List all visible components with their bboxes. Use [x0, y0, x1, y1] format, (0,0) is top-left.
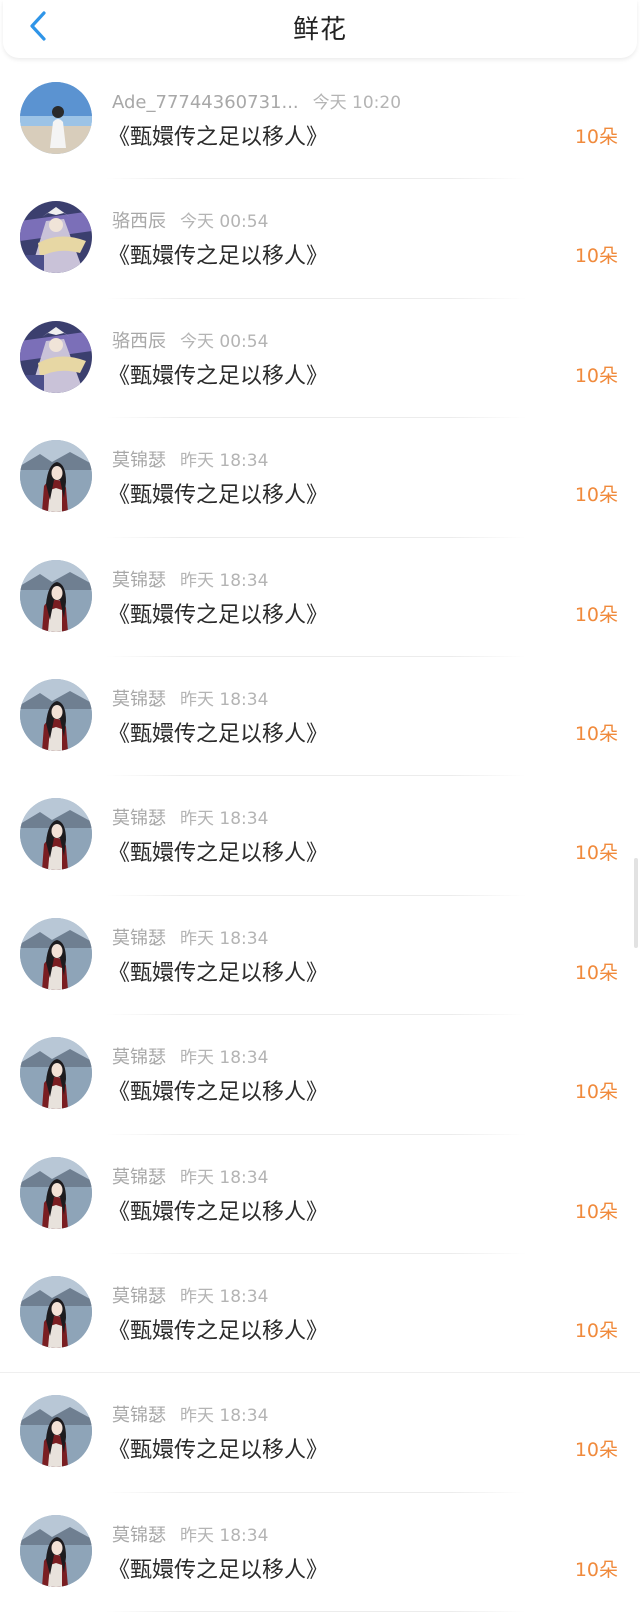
sender-name[interactable]: 骆西辰 — [112, 331, 166, 352]
list-item[interactable]: 莫锦瑟 昨天 18:34 《甄嬛传之足以移人》 10朵 — [0, 1493, 640, 1613]
book-title[interactable]: 《甄嬛传之足以移人》 — [108, 119, 328, 151]
scrollbar[interactable] — [634, 858, 638, 948]
book-title[interactable]: 《甄嬛传之足以移人》 — [108, 716, 328, 748]
sender-name[interactable]: 莫锦瑟 — [112, 1286, 166, 1307]
list-item[interactable]: 莫锦瑟 昨天 18:34 《甄嬛传之足以移人》 10朵 — [0, 538, 640, 657]
sender-name[interactable]: 莫锦瑟 — [112, 450, 166, 471]
book-title[interactable]: 《甄嬛传之足以移人》 — [108, 955, 328, 987]
sender-meta: 骆西辰 今天 00:54 — [112, 207, 268, 233]
avatar-woman-seaside-icon[interactable] — [20, 678, 92, 751]
timestamp: 昨天 18:34 — [180, 809, 269, 830]
sender-meta: 莫锦瑟 昨天 18:34 — [112, 804, 268, 830]
timestamp: 昨天 18:34 — [180, 1525, 269, 1546]
timestamp: 昨天 18:34 — [180, 1406, 269, 1427]
book-title[interactable]: 《甄嬛传之足以移人》 — [108, 1313, 328, 1345]
sender-meta: 莫锦瑟 昨天 18:34 — [112, 1521, 268, 1547]
book-title[interactable]: 《甄嬛传之足以移人》 — [108, 1074, 328, 1106]
flower-count: 10朵 — [574, 603, 618, 626]
row-divider — [106, 1611, 526, 1613]
sender-meta: 莫锦瑟 昨天 18:34 — [112, 566, 268, 592]
avatar-woman-seaside-icon[interactable] — [20, 1275, 92, 1348]
avatar-woman-seaside-icon[interactable] — [20, 1037, 92, 1110]
avatar-anime-warrior-icon[interactable] — [20, 320, 92, 393]
sender-name[interactable]: Ade_77744360731... — [112, 92, 299, 113]
avatar-woman-seaside-icon[interactable] — [20, 440, 92, 513]
avatar-woman-seaside-icon[interactable] — [20, 798, 92, 871]
timestamp: 昨天 18:34 — [180, 451, 269, 472]
list-item[interactable]: 莫锦瑟 昨天 18:34 《甄嬛传之足以移人》 10朵 — [0, 657, 640, 777]
timestamp: 今天 00:54 — [180, 212, 269, 233]
book-title[interactable]: 《甄嬛传之足以移人》 — [108, 358, 328, 390]
avatar-beach-person-icon[interactable] — [20, 82, 92, 154]
sender-name[interactable]: 莫锦瑟 — [112, 689, 166, 710]
sender-meta: 莫锦瑟 昨天 18:34 — [112, 1282, 268, 1308]
sender-meta: 莫锦瑟 昨天 18:34 — [112, 685, 268, 711]
sender-meta: Ade_77744360731... 今天 10:20 — [112, 88, 401, 113]
book-title[interactable]: 《甄嬛传之足以移人》 — [108, 477, 328, 509]
sender-name[interactable]: 莫锦瑟 — [112, 1167, 166, 1188]
flower-count: 10朵 — [574, 961, 618, 984]
book-title[interactable]: 《甄嬛传之足以移人》 — [108, 238, 328, 270]
flower-count: 10朵 — [574, 1200, 618, 1223]
avatar-anime-warrior-icon[interactable] — [20, 201, 92, 274]
book-title[interactable]: 《甄嬛传之足以移人》 — [108, 1194, 328, 1226]
sender-meta: 莫锦瑟 昨天 18:34 — [112, 924, 268, 950]
sender-name[interactable]: 莫锦瑟 — [112, 1525, 166, 1546]
flower-count: 10朵 — [574, 1439, 618, 1462]
book-title[interactable]: 《甄嬛传之足以移人》 — [108, 597, 328, 629]
avatar-woman-seaside-icon[interactable] — [20, 1395, 92, 1468]
sender-name[interactable]: 莫锦瑟 — [112, 808, 166, 829]
flower-count: 10朵 — [574, 842, 618, 865]
flower-count: 10朵 — [574, 364, 618, 387]
timestamp: 昨天 18:34 — [180, 1167, 269, 1188]
avatar-woman-seaside-icon[interactable] — [20, 1514, 92, 1587]
sender-name[interactable]: 骆西辰 — [112, 211, 166, 232]
timestamp: 昨天 18:34 — [180, 689, 269, 710]
top-bar: 鲜花 — [3, 0, 637, 58]
avatar-woman-seaside-icon[interactable] — [20, 917, 92, 990]
list-item[interactable]: 莫锦瑟 昨天 18:34 《甄嬛传之足以移人》 10朵 — [0, 776, 640, 896]
timestamp: 今天 10:20 — [312, 93, 402, 113]
timestamp: 昨天 18:34 — [180, 928, 269, 949]
sender-name[interactable]: 莫锦瑟 — [112, 1405, 166, 1426]
flower-count: 10朵 — [574, 1081, 618, 1104]
list-item[interactable]: 莫锦瑟 昨天 18:34 《甄嬛传之足以移人》 10朵 — [0, 418, 640, 538]
sender-meta: 莫锦瑟 昨天 18:34 — [112, 446, 268, 472]
list-item[interactable]: 骆西辰 今天 00:54 《甄嬛传之足以移人》 10朵 — [0, 299, 640, 419]
flower-count: 10朵 — [574, 722, 618, 745]
book-title[interactable]: 《甄嬛传之足以移人》 — [108, 1432, 328, 1464]
page-title: 鲜花 — [292, 15, 347, 45]
list-item[interactable]: 莫锦瑟 昨天 18:34 《甄嬛传之足以移人》 10朵 — [0, 896, 640, 1016]
sender-meta: 骆西辰 今天 00:54 — [112, 327, 268, 353]
book-title[interactable]: 《甄嬛传之足以移人》 — [108, 1552, 328, 1584]
book-title[interactable]: 《甄嬛传之足以移人》 — [108, 835, 328, 867]
flower-count: 10朵 — [574, 1558, 618, 1581]
sender-meta: 莫锦瑟 昨天 18:34 — [112, 1163, 268, 1189]
flower-count: 10朵 — [574, 1319, 618, 1342]
flowers-page: 鲜花 Ade_77744360731... 今天 10:20 《甄嬛传之足以移人》 1… — [0, 0, 640, 1620]
list-item[interactable]: 莫锦瑟 昨天 18:34 《甄嬛传之足以移人》 10朵 — [0, 1254, 640, 1374]
sender-meta: 莫锦瑟 昨天 18:34 — [112, 1401, 268, 1427]
sender-name[interactable]: 莫锦瑟 — [112, 1047, 166, 1068]
list-item[interactable]: 莫锦瑟 昨天 18:34 《甄嬛传之足以移人》 10朵 — [0, 1015, 640, 1135]
flower-count: 10朵 — [574, 245, 618, 268]
sender-name[interactable]: 莫锦瑟 — [112, 570, 166, 591]
timestamp: 今天 00:54 — [180, 331, 269, 352]
flower-count: 10朵 — [574, 484, 618, 507]
list-item[interactable]: 莫锦瑟 昨天 18:34 《甄嬛传之足以移人》 10朵 — [0, 1373, 640, 1493]
flower-gift-list: Ade_77744360731... 今天 10:20 《甄嬛传之足以移人》 10朵骆… — [0, 60, 640, 1613]
list-item[interactable]: Ade_77744360731... 今天 10:20 《甄嬛传之足以移人》 10朵 — [0, 60, 640, 180]
list-item[interactable]: 莫锦瑟 昨天 18:34 《甄嬛传之足以移人》 10朵 — [0, 1135, 640, 1254]
avatar-woman-seaside-icon[interactable] — [20, 559, 92, 632]
avatar-woman-seaside-icon[interactable] — [20, 1156, 92, 1229]
timestamp: 昨天 18:34 — [180, 1286, 269, 1307]
flower-count: 10朵 — [574, 126, 618, 148]
sender-meta: 莫锦瑟 昨天 18:34 — [112, 1043, 268, 1069]
timestamp: 昨天 18:34 — [180, 1048, 269, 1069]
sender-name[interactable]: 莫锦瑟 — [112, 928, 166, 949]
list-item[interactable]: 骆西辰 今天 00:54 《甄嬛传之足以移人》 10朵 — [0, 179, 640, 299]
timestamp: 昨天 18:34 — [180, 570, 269, 591]
